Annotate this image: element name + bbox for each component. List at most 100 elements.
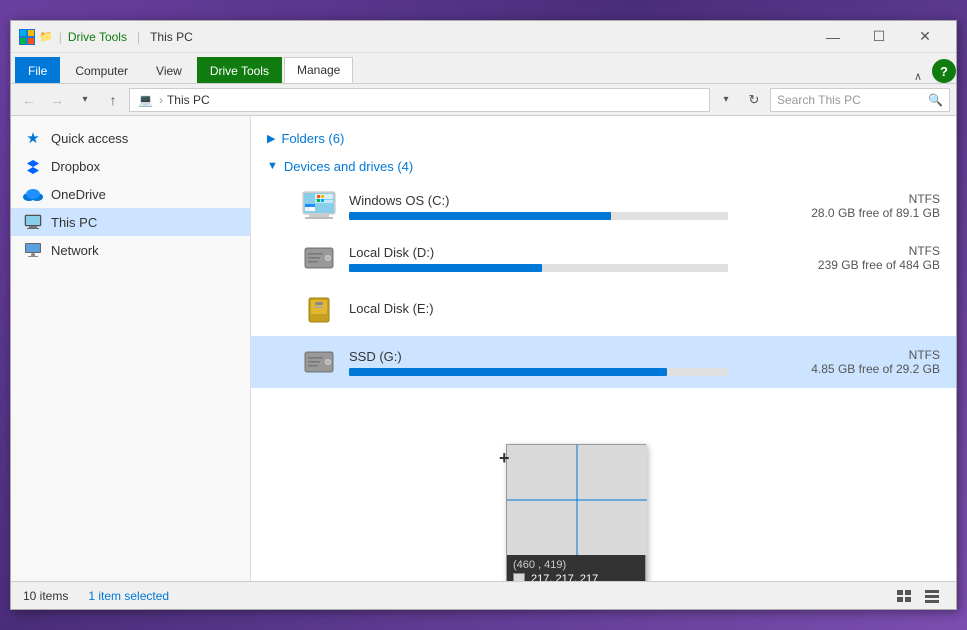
path-dropdown-button[interactable]: ▾ xyxy=(714,88,738,112)
drive-c-bar xyxy=(349,212,728,220)
sidebar-label-quick-access: Quick access xyxy=(51,131,128,146)
address-path[interactable]: 💻 › This PC xyxy=(129,88,710,112)
sidebar-item-onedrive[interactable]: OneDrive xyxy=(11,180,250,208)
titlebar: 📁 | Drive Tools | This PC — ☐ ✕ xyxy=(11,21,956,53)
drive-d-fill xyxy=(349,264,542,272)
drive-d-meta: NTFS 239 GB free of 484 GB xyxy=(740,244,940,272)
folders-label: Folders (6) xyxy=(281,131,344,146)
quick-access-icon: ★ xyxy=(23,128,43,148)
folders-chevron: ▶ xyxy=(267,132,275,145)
preview-canvas xyxy=(507,445,647,555)
titlebar-separator2: | xyxy=(137,30,140,44)
titlebar-separator: | xyxy=(59,30,62,44)
drive-g-fs: NTFS xyxy=(740,348,940,362)
path-computer-icon: 💻 xyxy=(138,93,153,107)
minimize-button[interactable]: — xyxy=(810,21,856,53)
dropbox-icon xyxy=(23,156,43,176)
search-placeholder: Search This PC xyxy=(777,93,861,107)
view-large-button[interactable] xyxy=(920,584,944,608)
drive-c-name: Windows OS (C:) xyxy=(349,193,728,208)
content-wrapper: ▶ Folders (6) ▼ Devices and drives (4) xyxy=(251,116,956,581)
refresh-button[interactable]: ↻ xyxy=(742,88,766,112)
path-label: This PC xyxy=(167,93,210,107)
drives-section-header[interactable]: ▼ Devices and drives (4) xyxy=(251,152,956,180)
drive-e-icon xyxy=(301,292,337,328)
drive-c-fill xyxy=(349,212,611,220)
drive-g-info: SSD (G:) xyxy=(349,349,728,376)
drive-c-icon xyxy=(301,188,337,224)
sidebar-label-network: Network xyxy=(51,243,99,258)
sidebar-label-dropbox: Dropbox xyxy=(51,159,100,174)
drive-e-name: Local Disk (E:) xyxy=(349,301,728,316)
window-title: This PC xyxy=(150,30,193,44)
sidebar-item-this-pc[interactable]: This PC xyxy=(11,208,250,236)
drives-chevron: ▼ xyxy=(267,160,278,172)
titlebar-left: 📁 | Drive Tools | This PC xyxy=(19,29,193,45)
sidebar-item-quick-access[interactable]: ★ Quick access xyxy=(11,124,250,152)
drive-g-fill xyxy=(349,368,667,376)
drive-g-icon xyxy=(301,344,337,380)
items-count: 10 items xyxy=(23,589,68,603)
search-icon: 🔍 xyxy=(928,93,943,107)
drive-c[interactable]: Windows OS (C:) NTFS 28.0 GB free of 89.… xyxy=(251,180,956,232)
path-separator: › xyxy=(159,93,163,107)
close-button[interactable]: ✕ xyxy=(902,21,948,53)
ribbon-expand-button[interactable]: ∧ xyxy=(914,70,922,83)
tab-file[interactable]: File xyxy=(15,57,60,83)
drive-d-info: Local Disk (D:) xyxy=(349,245,728,272)
drive-d-icon xyxy=(301,240,337,276)
help-button[interactable]: ? xyxy=(932,59,956,83)
onedrive-icon xyxy=(23,184,43,204)
forward-button[interactable]: → xyxy=(45,88,69,112)
folders-section-header[interactable]: ▶ Folders (6) xyxy=(251,124,956,152)
main-area: ★ Quick access Dropbox xyxy=(11,116,956,581)
addressbar: ← → ▾ ↑ 💻 › This PC ▾ ↻ Search This PC 🔍 xyxy=(11,84,956,116)
tab-computer[interactable]: Computer xyxy=(62,57,141,83)
search-box[interactable]: Search This PC 🔍 xyxy=(770,88,950,112)
up-button[interactable]: ↑ xyxy=(101,88,125,112)
ribbon-tabs: File Computer View Drive Tools Manage ∧ … xyxy=(11,53,956,83)
drive-g[interactable]: SSD (G:) NTFS 4.85 GB free of 29.2 GB xyxy=(251,336,956,388)
view-details-button[interactable] xyxy=(892,584,916,608)
expand-icon: ∧ xyxy=(914,71,922,83)
tab-manage[interactable]: Manage xyxy=(284,57,353,83)
ribbon: File Computer View Drive Tools Manage ∧ … xyxy=(11,53,956,84)
preview-tooltip: (460 , 419) 217, 217, 217 xyxy=(506,444,646,581)
quick-access-icon: 📁 xyxy=(39,30,53,43)
window-icon xyxy=(19,29,35,45)
sidebar-item-network[interactable]: Network xyxy=(11,236,250,264)
statusbar: 10 items 1 item selected xyxy=(11,581,956,609)
drive-d[interactable]: Local Disk (D:) NTFS 239 GB free of 484 … xyxy=(251,232,956,284)
statusbar-right xyxy=(892,584,944,608)
tab-view[interactable]: View xyxy=(143,57,195,83)
this-pc-icon xyxy=(23,212,43,232)
preview-coords: (460 , 419) xyxy=(513,559,639,571)
drive-g-name: SSD (G:) xyxy=(349,349,728,364)
drive-c-meta: NTFS 28.0 GB free of 89.1 GB xyxy=(740,192,940,220)
dropdown-recent-button[interactable]: ▾ xyxy=(73,88,97,112)
drive-d-name: Local Disk (D:) xyxy=(349,245,728,260)
selected-label: 1 item selected xyxy=(88,589,169,603)
preview-crosshair-v xyxy=(576,445,578,555)
drive-c-fs: NTFS xyxy=(740,192,940,206)
drive-c-space: 28.0 GB free of 89.1 GB xyxy=(740,206,940,220)
drive-g-bar xyxy=(349,368,728,376)
drive-tools-label: Drive Tools xyxy=(68,30,127,44)
sidebar-label-onedrive: OneDrive xyxy=(51,187,106,202)
drive-e[interactable]: Local Disk (E:) xyxy=(251,284,956,336)
back-button[interactable]: ← xyxy=(17,88,41,112)
color-swatch xyxy=(513,573,525,581)
preview-info: (460 , 419) 217, 217, 217 xyxy=(507,555,645,581)
sidebar-item-dropbox[interactable]: Dropbox xyxy=(11,152,250,180)
drive-d-bar xyxy=(349,264,728,272)
drives-label: Devices and drives (4) xyxy=(284,159,413,174)
drive-e-info: Local Disk (E:) xyxy=(349,301,728,320)
drive-c-info: Windows OS (C:) xyxy=(349,193,728,220)
drive-g-meta: NTFS 4.85 GB free of 29.2 GB xyxy=(740,348,940,376)
tab-drive-tools[interactable]: Drive Tools xyxy=(197,57,282,83)
drive-g-space: 4.85 GB free of 29.2 GB xyxy=(740,362,940,376)
sidebar-label-this-pc: This PC xyxy=(51,215,97,230)
maximize-button[interactable]: ☐ xyxy=(856,21,902,53)
explorer-window: 📁 | Drive Tools | This PC — ☐ ✕ File Com… xyxy=(10,20,957,610)
drive-d-fs: NTFS xyxy=(740,244,940,258)
